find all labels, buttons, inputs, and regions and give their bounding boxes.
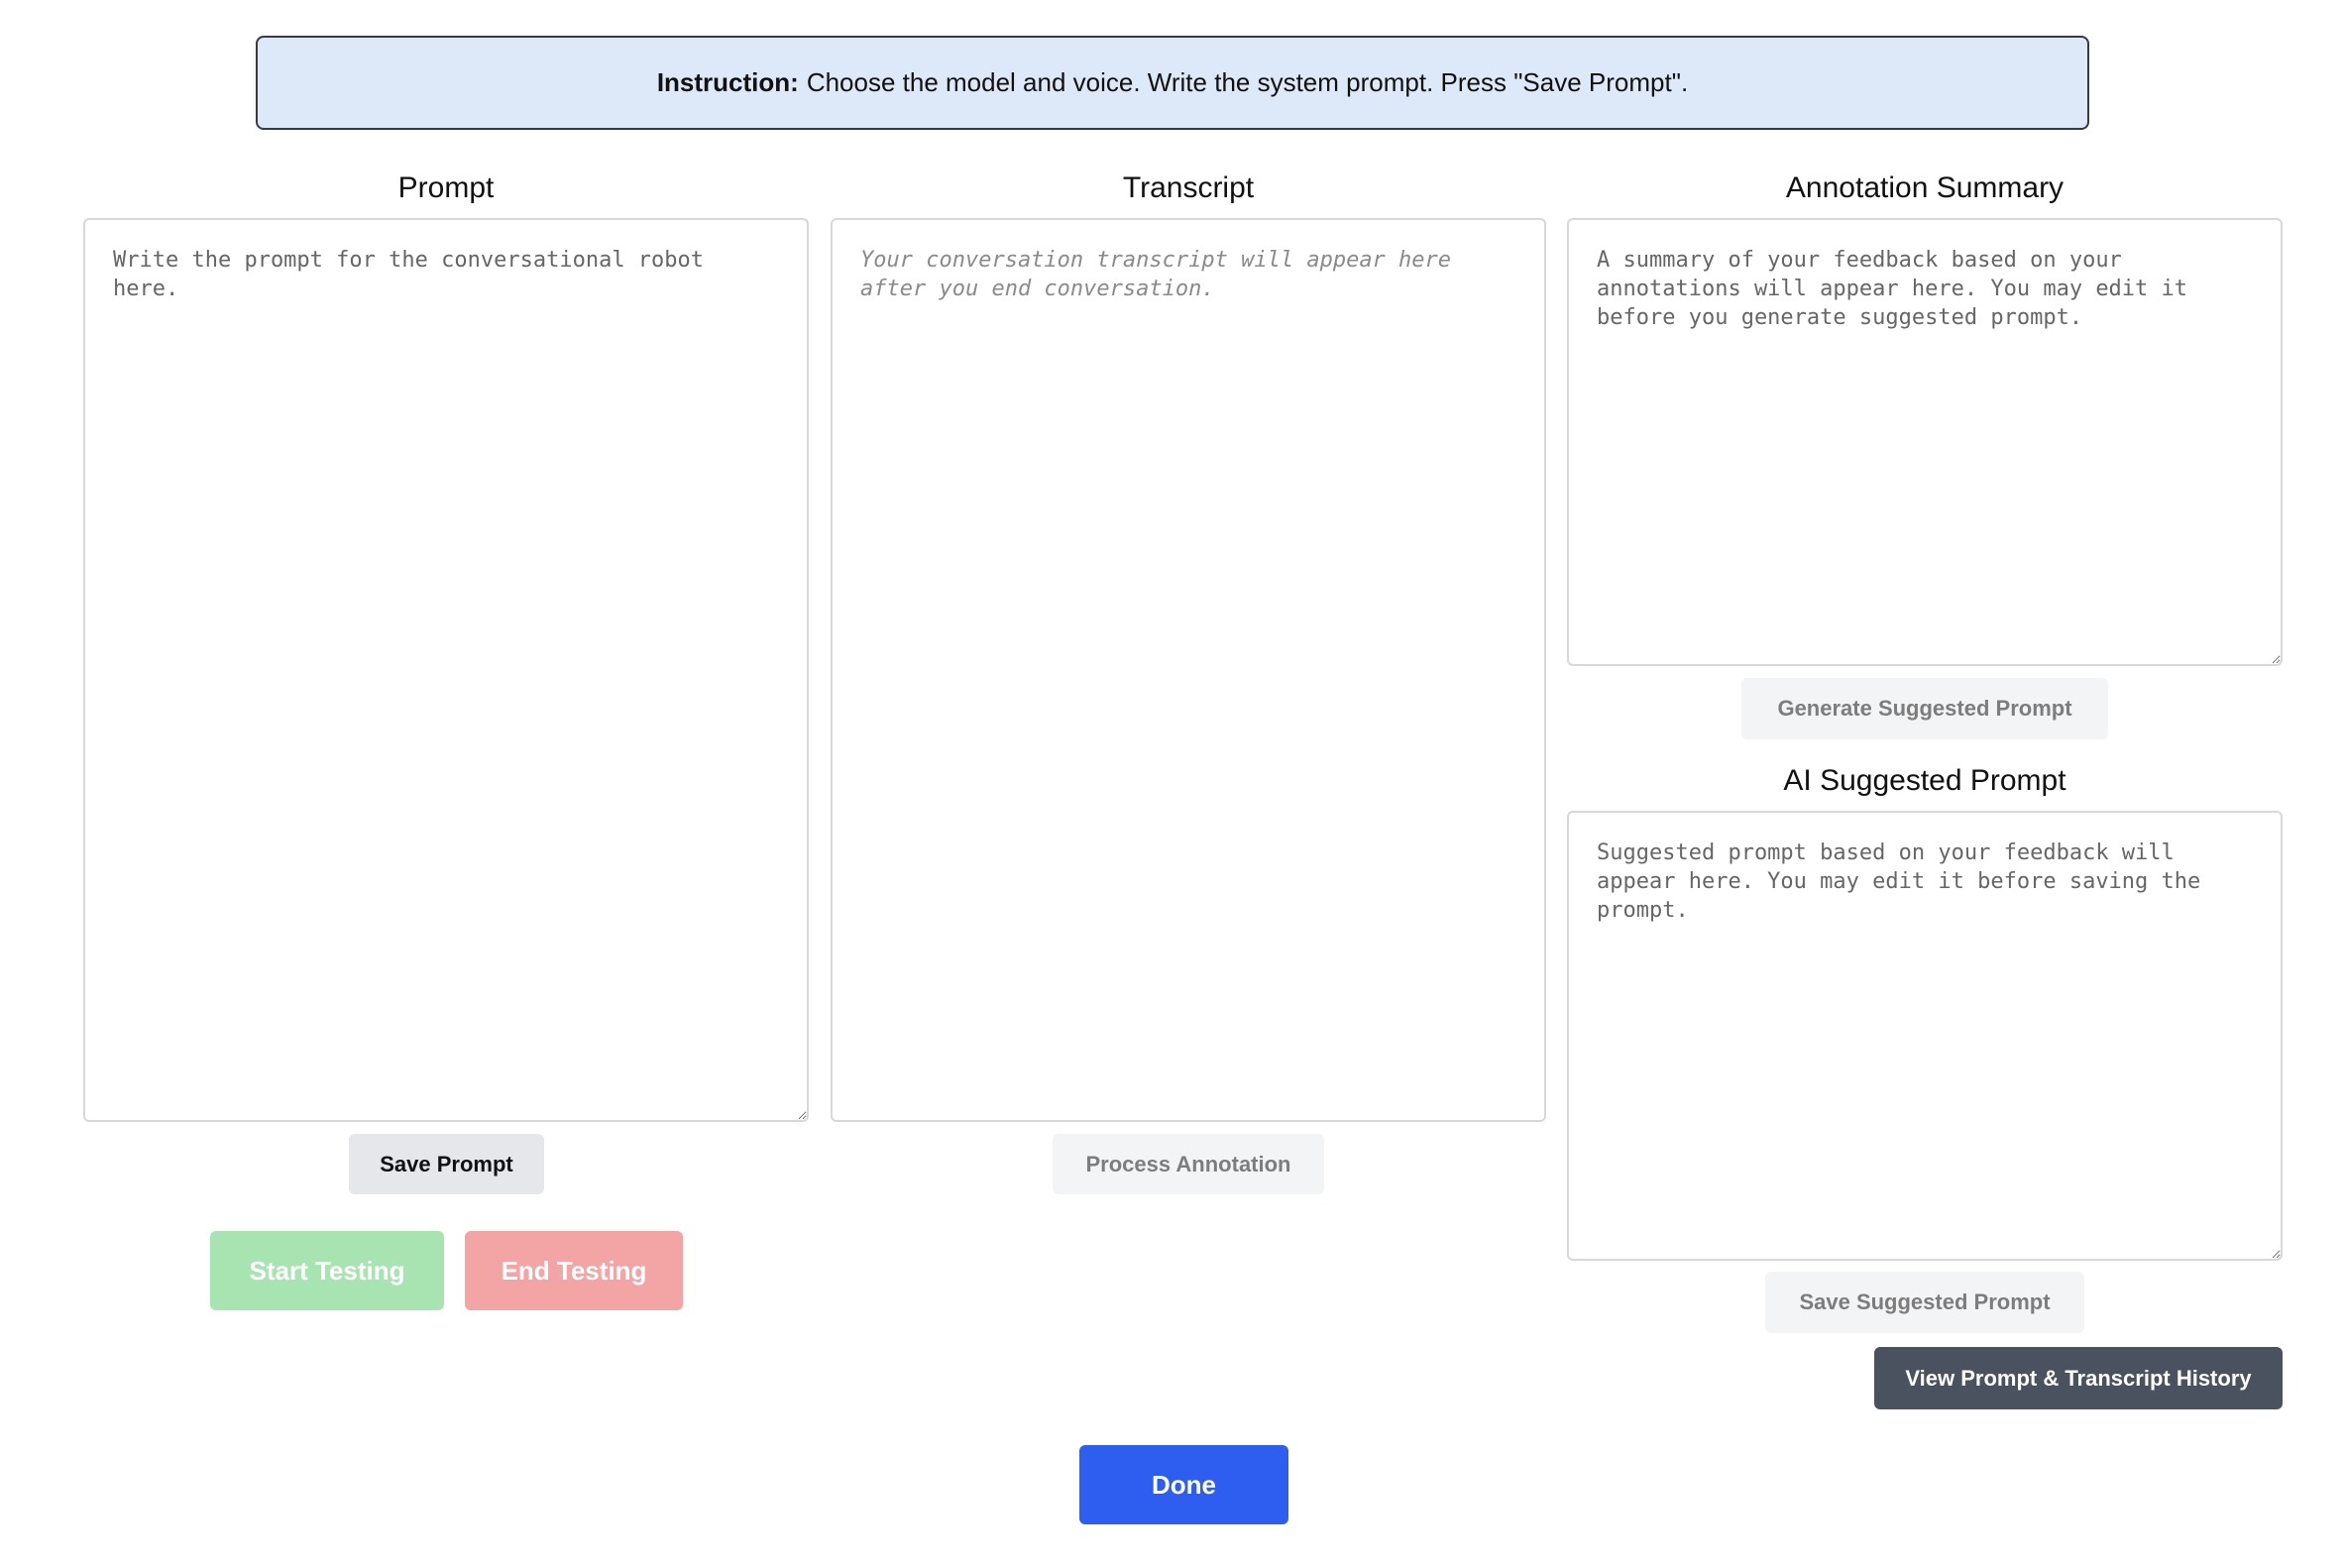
end-testing-button[interactable]: End Testing (465, 1231, 683, 1310)
prompt-textarea[interactable] (83, 218, 809, 1122)
save-prompt-button[interactable]: Save Prompt (349, 1134, 544, 1194)
instruction-text: Choose the model and voice. Write the sy… (806, 67, 1689, 97)
transcript-title: Transcript (1122, 171, 1255, 204)
ai-suggested-prompt-title: AI Suggested Prompt (1783, 764, 2066, 797)
transcript-textarea[interactable] (831, 218, 1546, 1122)
ai-suggested-prompt-textarea[interactable] (1567, 811, 2283, 1261)
view-history-button[interactable]: View Prompt & Transcript History (1874, 1347, 2283, 1409)
annotation-summary-title: Annotation Summary (1785, 171, 2065, 204)
done-button[interactable]: Done (1079, 1445, 1288, 1524)
instruction-label: Instruction: (656, 67, 799, 97)
instruction-banner: Instruction: Choose the model and voice.… (256, 36, 2089, 130)
generate-suggested-prompt-button[interactable]: Generate Suggested Prompt (1741, 678, 2108, 739)
process-annotation-button[interactable]: Process Annotation (1053, 1134, 1324, 1194)
prompt-title: Prompt (397, 171, 495, 204)
annotation-summary-textarea[interactable] (1567, 218, 2283, 666)
save-suggested-prompt-button[interactable]: Save Suggested Prompt (1765, 1272, 2084, 1333)
start-testing-button[interactable]: Start Testing (210, 1231, 444, 1310)
